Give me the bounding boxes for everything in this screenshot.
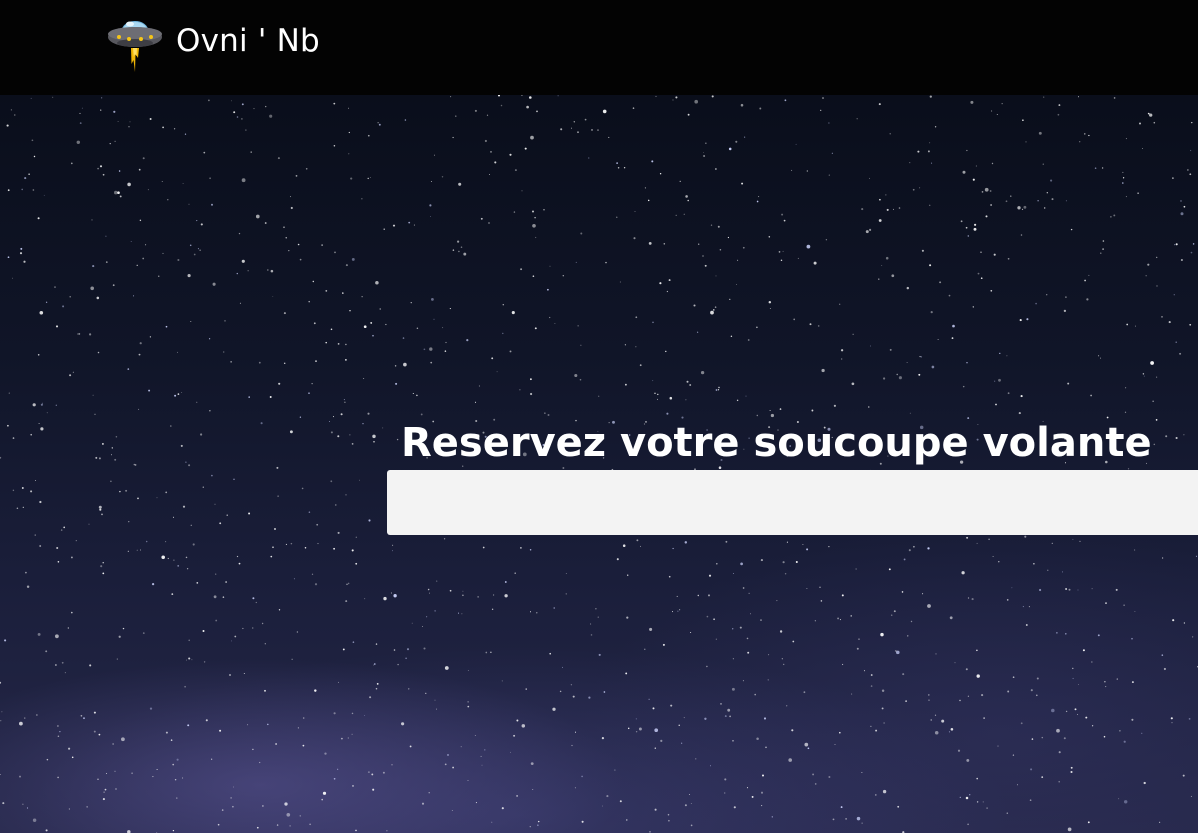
brand-name: Ovni ' Nb [176,23,320,59]
ufo-icon [108,21,162,72]
hero-title: Reservez votre soucoupe volante [401,420,1152,466]
booking-search-input[interactable] [387,470,1198,535]
brand-link[interactable]: Ovni ' Nb [106,10,320,78]
hero-section: Reservez votre soucoupe volante [0,95,1198,833]
top-navbar: Ovni ' Nb [0,0,1198,95]
